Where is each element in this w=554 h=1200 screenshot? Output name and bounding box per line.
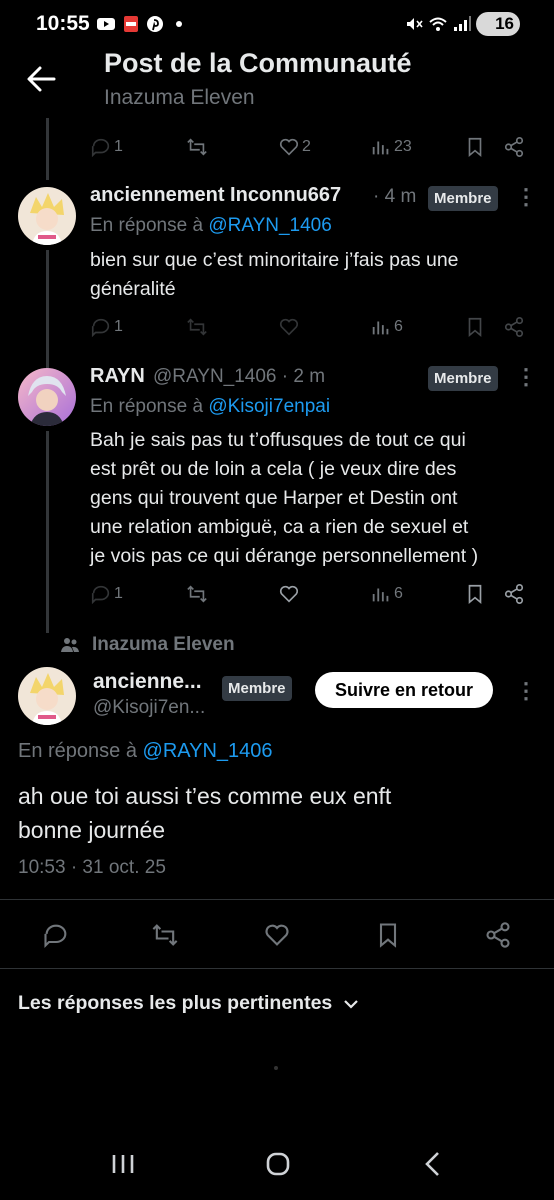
thread-connector: [46, 431, 49, 633]
post-text: Bah je sais pas tu t’offusques de tout c…: [90, 429, 479, 567]
community-icon: [61, 638, 79, 652]
heart-icon: [279, 585, 299, 603]
youtube-icon: [97, 18, 115, 30]
bookmark-icon[interactable]: [464, 316, 486, 338]
back-icon[interactable]: [418, 1149, 448, 1179]
like-button[interactable]: 2: [278, 136, 311, 158]
post-text: bien sur que c’est minoritaire j’fais pa…: [90, 249, 459, 300]
sort-replies-dropdown[interactable]: Les réponses les plus pertinentes: [18, 992, 360, 1015]
author-handle-time: @RAYN_1406 · 2 m: [153, 366, 326, 387]
chevron-down-icon: [344, 999, 359, 1009]
follow-back-button[interactable]: Suivre en retour: [315, 672, 494, 708]
thread-connector: [46, 250, 49, 368]
reply-icon: [91, 585, 110, 605]
mention-link[interactable]: @Kisoji7enpai: [208, 396, 330, 417]
bookmark-icon[interactable]: [464, 583, 486, 605]
signal-icon: [454, 16, 471, 31]
page-title: Post de la Communauté: [104, 48, 412, 78]
heart-icon: [279, 138, 299, 156]
bookmark-icon[interactable]: [374, 921, 402, 949]
author-name[interactable]: anciennement Inconnu667: [90, 184, 341, 207]
heart-icon: [279, 318, 299, 336]
share-icon[interactable]: [503, 316, 525, 338]
like-button[interactable]: [278, 316, 300, 338]
battery-level: 16: [495, 14, 514, 33]
sort-label: Les réponses les plus pertinentes: [18, 992, 333, 1014]
repost-button[interactable]: [186, 583, 208, 605]
share-icon[interactable]: [503, 583, 525, 605]
views-icon: [372, 588, 389, 602]
share-icon[interactable]: [503, 136, 525, 158]
reply-button[interactable]: 1: [90, 136, 123, 158]
reply-icon: [91, 138, 110, 158]
notification-dot-icon: [176, 21, 182, 27]
community-label[interactable]: Inazuma Eleven: [92, 634, 235, 656]
avatar[interactable]: [18, 368, 76, 426]
repost-icon: [187, 318, 207, 336]
avatar[interactable]: [18, 667, 76, 725]
heart-icon[interactable]: [262, 921, 292, 949]
mention-link[interactable]: @RAYN_1406: [208, 215, 332, 236]
more-options-icon[interactable]: ⋮: [515, 364, 537, 390]
reply-button[interactable]: 1: [90, 316, 123, 338]
home-icon[interactable]: [263, 1149, 293, 1179]
reply-icon[interactable]: [42, 921, 70, 949]
back-arrow-icon[interactable]: [24, 62, 58, 96]
author-name[interactable]: RAYN: [90, 365, 145, 388]
divider: [0, 968, 554, 969]
views-button[interactable]: 6: [370, 316, 403, 338]
member-badge: Membre: [428, 366, 498, 391]
author-handle: @Kisoji7en...: [93, 697, 206, 718]
member-badge: Membre: [428, 186, 498, 211]
battery-indicator: 16: [476, 12, 520, 36]
post-time: · 4 m: [373, 186, 417, 207]
more-options-icon[interactable]: ⋮: [515, 184, 537, 210]
loading-dot: [274, 1066, 278, 1070]
post-text: ah oue toi aussi t’es comme eux enft bon…: [18, 783, 392, 843]
views-icon: [372, 141, 389, 155]
author-name[interactable]: ancienne...: [93, 670, 202, 694]
recent-apps-icon[interactable]: [108, 1149, 138, 1179]
mute-icon: [407, 18, 423, 30]
views-button[interactable]: 6: [370, 583, 403, 605]
reply-context: En réponse à @RAYN_1406: [18, 740, 273, 762]
views-button[interactable]: 23: [370, 136, 412, 158]
repost-icon: [187, 138, 207, 156]
community-subtitle[interactable]: Inazuma Eleven: [104, 86, 255, 110]
like-button[interactable]: [278, 583, 300, 605]
reply-button[interactable]: 1: [90, 583, 123, 605]
mention-link[interactable]: @RAYN_1406: [143, 740, 273, 762]
reply-icon: [91, 318, 110, 338]
divider: [0, 899, 554, 900]
share-icon[interactable]: [484, 921, 512, 949]
repost-icon: [187, 585, 207, 603]
reply-context: En réponse à @Kisoji7enpai: [90, 396, 331, 417]
more-options-icon[interactable]: ⋮: [515, 678, 537, 704]
pdf-icon: [124, 16, 138, 32]
wifi-icon: [429, 17, 447, 31]
avatar[interactable]: [18, 187, 76, 245]
member-badge: Membre: [222, 676, 292, 701]
post-timestamp: 10:53 · 31 oct. 25: [18, 857, 166, 878]
pinterest-icon: [147, 16, 163, 32]
views-icon: [372, 321, 389, 335]
repost-button[interactable]: [186, 316, 208, 338]
bookmark-icon[interactable]: [464, 136, 486, 158]
reply-context: En réponse à @RAYN_1406: [90, 215, 332, 236]
repost-icon[interactable]: [150, 921, 180, 949]
repost-button[interactable]: [186, 136, 208, 158]
status-time: 10:55: [36, 12, 90, 35]
thread-connector: [46, 118, 49, 180]
